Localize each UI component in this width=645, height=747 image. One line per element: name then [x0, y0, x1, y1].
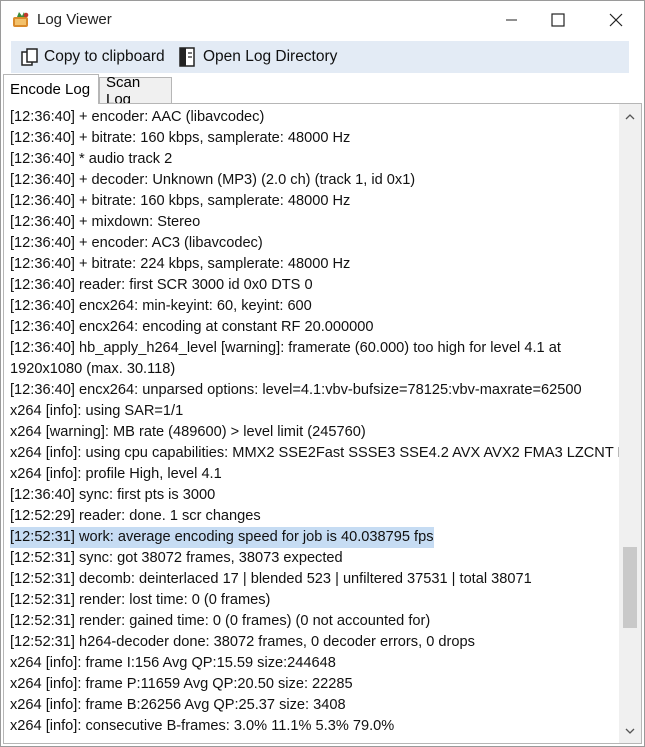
- copy-to-clipboard-button[interactable]: Copy to clipboard: [21, 44, 165, 70]
- log-line: [12:36:40] + decoder: Unknown (MP3) (2.0…: [10, 172, 416, 188]
- copy-to-clipboard-label: Copy to clipboard: [44, 48, 165, 65]
- log-line: x264 [info]: consecutive B-frames: 3.0% …: [10, 718, 395, 734]
- title-bar: Log Viewer: [1, 1, 644, 39]
- chevron-down-icon: [625, 728, 635, 734]
- log-line: [12:36:40] + bitrate: 224 kbps, samplera…: [10, 256, 351, 272]
- minimize-icon: [505, 19, 517, 21]
- log-line: [12:36:40] + bitrate: 160 kbps, samplera…: [10, 130, 351, 146]
- maximize-icon: [550, 13, 565, 27]
- log-tabs: Encode Log Scan Log: [1, 74, 644, 108]
- log-text-area[interactable]: [12:36:40] + encoder: AAC (libavcodec) [1…: [3, 103, 642, 744]
- log-line: [12:36:40] encx264: unparsed options: le…: [10, 382, 582, 398]
- log-line: [12:52:31] render: lost time: 0 (0 frame…: [10, 592, 271, 608]
- selected-log-text: [12:52:31] work: average encoding speed …: [10, 527, 434, 548]
- toolbar: Copy to clipboard Open Log Directory: [11, 41, 629, 73]
- log-line: [12:36:40] encx264: min-keyint: 60, keyi…: [10, 298, 312, 314]
- log-line: x264 [info]: profile High, level 4.1: [10, 466, 222, 482]
- log-line: x264 [info]: using cpu capabilities: MMX…: [10, 445, 642, 461]
- log-line: [12:52:31] h264-decoder done: 38072 fram…: [10, 634, 475, 650]
- close-icon: [609, 13, 622, 27]
- close-button[interactable]: [589, 1, 642, 39]
- log-line: x264 [warning]: MB rate (489600) > level…: [10, 424, 366, 440]
- log-line: [12:36:40] sync: first pts is 3000: [10, 487, 216, 503]
- scroll-up-button[interactable]: [619, 106, 641, 126]
- log-line: [12:52:31] work: average encoding speed …: [10, 527, 615, 548]
- open-log-directory-label: Open Log Directory: [203, 48, 338, 65]
- log-line: [12:36:40] + mixdown: Stereo: [10, 214, 201, 230]
- log-line: [12:36:40] + encoder: AAC (libavcodec): [10, 109, 265, 125]
- maximize-button[interactable]: [531, 1, 584, 39]
- log-line: x264 [info]: frame B:26256 Avg QP:25.37 …: [10, 697, 346, 713]
- log-viewer-app-icon: [11, 11, 31, 29]
- window-title: Log Viewer: [37, 11, 112, 28]
- log-line: x264 [info]: frame I:156 Avg QP:15.59 si…: [10, 655, 336, 671]
- copy-icon: [21, 47, 38, 66]
- log-line: [12:36:40] reader: first SCR 3000 id 0x0…: [10, 277, 313, 293]
- log-line: [12:36:40] * audio track 2: [10, 151, 173, 167]
- log-line: [12:52:29] reader: done. 1 scr changes: [10, 508, 261, 524]
- log-line: x264 [info]: frame P:11659 Avg QP:20.50 …: [10, 676, 353, 692]
- tab-scan-log[interactable]: Scan Log: [99, 74, 172, 108]
- log-viewer-window: Log Viewer Copy to clipboard Open Log Di…: [0, 0, 645, 747]
- open-log-directory-button[interactable]: Open Log Directory: [179, 44, 337, 70]
- scroll-down-button[interactable]: [619, 721, 641, 741]
- chevron-up-icon: [625, 113, 635, 119]
- scrollbar-thumb[interactable]: [623, 547, 637, 629]
- log-line: [12:36:40] + bitrate: 160 kbps, samplera…: [10, 193, 351, 209]
- log-line: [12:36:40] + encoder: AC3 (libavcodec): [10, 235, 263, 251]
- log-line: [12:36:40] hb_apply_h264_level [warning]…: [10, 340, 561, 377]
- log-line: [12:52:31] decomb: deinterlaced 17 | ble…: [10, 571, 532, 587]
- vertical-scrollbar[interactable]: [619, 104, 641, 743]
- log-directory-icon: [179, 47, 195, 67]
- log-lines: [12:36:40] + encoder: AAC (libavcodec) [1…: [10, 107, 642, 737]
- log-line: [12:36:40] encx264: encoding at constant…: [10, 319, 374, 335]
- log-line: [12:52:31] render: gained time: 0 (0 fra…: [10, 613, 431, 629]
- log-line: x264 [info]: using SAR=1/1: [10, 403, 184, 419]
- log-line: [12:52:31] sync: got 38072 frames, 38073…: [10, 550, 343, 566]
- tab-encode-log[interactable]: Encode Log: [3, 74, 99, 104]
- tab-label: Encode Log: [10, 81, 91, 98]
